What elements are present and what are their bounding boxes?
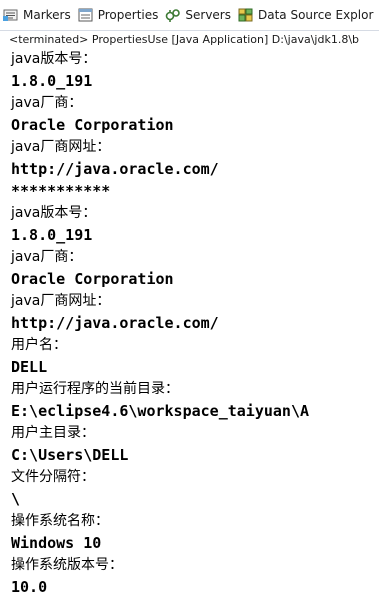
servers-icon	[165, 7, 181, 23]
output-line: 用户主目录：	[11, 425, 95, 441]
output-line: 用户名：	[11, 337, 67, 353]
output-line: 操作系统版本号：	[11, 557, 123, 573]
tab-data-source-explorer[interactable]: Data Source Explor	[235, 0, 377, 30]
output-line: java厂商：	[11, 95, 83, 111]
output-line: Oracle Corporation	[11, 270, 174, 288]
output-line: E:\eclipse4.6\workspace_taiyuan\A	[11, 402, 310, 420]
output-line: http://java.oracle.com/	[11, 160, 219, 178]
output-line: java厂商：	[11, 249, 83, 265]
output-line: 1.8.0_191	[11, 72, 93, 90]
view-tab-bar: Markers Properties Servers Data Source E…	[0, 0, 379, 31]
tab-markers[interactable]: Markers	[0, 0, 75, 30]
console-output[interactable]: java版本号： 1.8.0_191 java厂商： Oracle Corpor…	[0, 49, 379, 599]
output-line: Windows 10	[11, 534, 102, 552]
output-line: 1.8.0_191	[11, 226, 93, 244]
output-line: java厂商网址：	[11, 139, 111, 155]
output-line: 文件分隔符：	[11, 469, 95, 485]
output-line: Oracle Corporation	[11, 116, 174, 134]
tab-label: Markers	[23, 8, 71, 22]
output-line: 用户运行程序的当前目录：	[11, 381, 179, 397]
markers-icon	[3, 7, 19, 23]
properties-icon	[78, 7, 94, 23]
tab-label: Servers	[185, 8, 231, 22]
console-process-label: <terminated> PropertiesUse [Java Applica…	[0, 31, 379, 49]
output-line: ***********	[11, 182, 111, 200]
tab-label: Data Source Explor	[258, 8, 374, 22]
tab-servers[interactable]: Servers	[162, 0, 235, 30]
output-line: java版本号：	[11, 205, 97, 221]
output-line: \	[11, 490, 21, 508]
output-line: DELL	[11, 358, 48, 376]
output-line: 操作系统名称：	[11, 513, 109, 529]
output-line: java版本号：	[11, 51, 97, 67]
tab-label: Properties	[97, 8, 159, 22]
output-line: C:\Users\DELL	[11, 446, 129, 464]
data-source-icon	[238, 7, 254, 23]
tab-properties[interactable]: Properties	[75, 0, 163, 30]
output-line: 10.0	[11, 578, 48, 596]
output-line: http://java.oracle.com/	[11, 314, 219, 332]
output-line: java厂商网址：	[11, 293, 111, 309]
